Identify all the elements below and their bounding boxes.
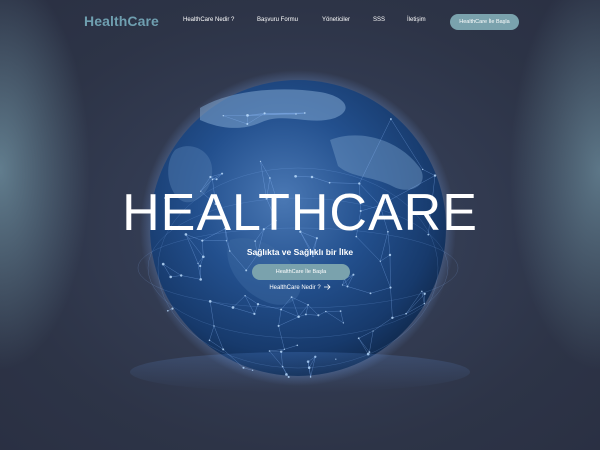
network-node — [256, 303, 260, 306]
network-node — [369, 292, 372, 295]
hero-subtitle: Sağlıkta ve Sağlıklı bir İlke — [246, 247, 354, 257]
network-node — [297, 315, 300, 319]
network-node — [263, 112, 266, 115]
network-node — [307, 303, 310, 306]
network-node — [389, 118, 392, 120]
network-node — [199, 278, 203, 281]
network-node — [169, 275, 173, 279]
network-node — [277, 324, 280, 327]
network-node — [342, 322, 345, 324]
network-node — [339, 310, 342, 312]
network-node — [379, 260, 381, 262]
nav-link-what-is[interactable]: HealthCare Nedir ? — [183, 17, 234, 23]
nav-link-faq[interactable]: SSS — [373, 17, 385, 23]
hero-get-started-button[interactable]: HealthCare İle Başla — [252, 264, 350, 280]
network-node — [244, 295, 246, 297]
hero-learn-more-label: HealthCare Nedir ? — [269, 285, 321, 291]
network-node — [197, 262, 199, 265]
network-node — [405, 312, 407, 315]
network-node — [280, 308, 283, 311]
hero-learn-more-link[interactable]: HealthCare Nedir ? — [0, 284, 600, 292]
nav-link-application-form[interactable]: Başvuru Formu — [257, 17, 298, 23]
network-node — [215, 178, 218, 181]
network-node — [423, 302, 426, 305]
nav-link-managers[interactable]: Yöneticiler — [322, 17, 350, 23]
network-node — [253, 312, 256, 316]
network-node — [296, 344, 299, 347]
network-node — [310, 175, 314, 179]
network-node — [211, 178, 214, 181]
network-node — [433, 174, 437, 177]
network-node — [422, 168, 424, 171]
network-node — [304, 313, 307, 316]
floor-glow — [130, 352, 470, 392]
network-node — [199, 264, 202, 268]
top-navbar: HealthCare HealthCare Nedir ? Başvuru Fo… — [0, 0, 600, 44]
network-node — [166, 309, 169, 312]
nav-link-contact[interactable]: İletişim — [407, 17, 426, 23]
network-node — [222, 348, 225, 351]
network-node — [268, 350, 271, 352]
network-node — [245, 269, 248, 272]
network-node — [372, 330, 374, 332]
network-node — [290, 296, 293, 299]
network-node — [423, 292, 426, 295]
network-node — [208, 300, 212, 303]
network-node — [222, 114, 225, 117]
network-node — [391, 316, 394, 320]
network-node — [208, 339, 211, 342]
network-node — [221, 172, 224, 175]
network-node — [357, 337, 360, 340]
network-node — [246, 123, 249, 125]
arrow-right-icon — [323, 284, 331, 292]
page: HealthCare HealthCare Nedir ? Başvuru Fo… — [0, 0, 600, 450]
network-node — [213, 325, 215, 327]
network-node — [368, 351, 371, 354]
network-node — [283, 348, 286, 350]
network-node — [246, 114, 249, 117]
network-node — [259, 160, 262, 163]
logo[interactable]: HealthCare — [84, 13, 159, 29]
network-node — [171, 307, 174, 310]
network-node — [180, 274, 183, 277]
network-node — [294, 174, 297, 178]
network-node — [352, 273, 355, 276]
network-node — [303, 112, 306, 114]
network-node — [231, 306, 235, 309]
network-node — [269, 177, 271, 179]
network-node — [325, 310, 327, 313]
hero-title: HEALTHCARE — [122, 184, 478, 242]
network-node — [161, 262, 165, 266]
nav-get-started-button[interactable]: HealthCare İle Başla — [450, 14, 519, 30]
network-node — [295, 113, 297, 115]
network-node — [209, 175, 212, 179]
network-node — [317, 314, 320, 317]
